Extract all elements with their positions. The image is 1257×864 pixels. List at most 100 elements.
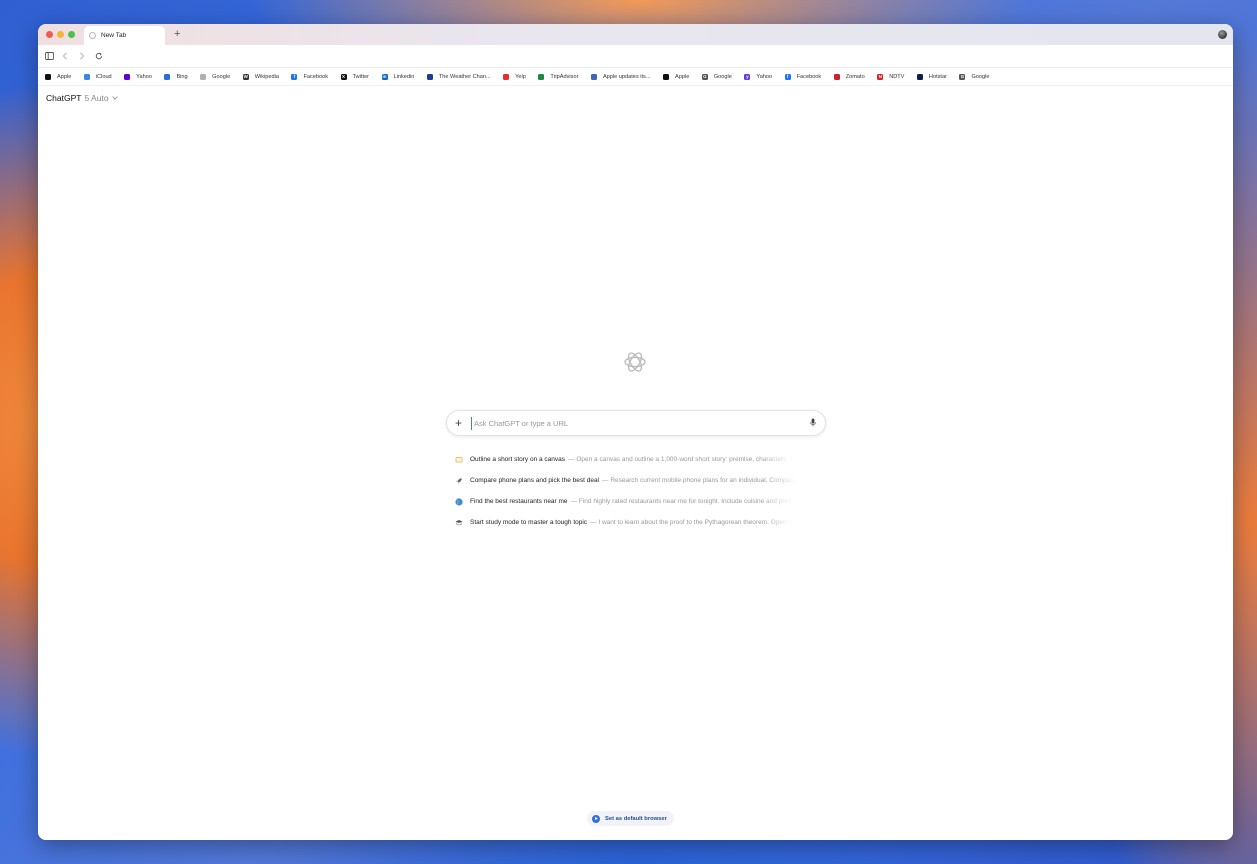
zoom-window-button[interactable] bbox=[68, 31, 75, 38]
bookmark-item[interactable]: G Google bbox=[959, 73, 990, 80]
bookmark-item[interactable]: Apple bbox=[663, 73, 690, 80]
chevron-left-icon bbox=[62, 52, 67, 60]
suggestion-description: — Find highly rated restaurants near me … bbox=[570, 498, 793, 505]
bookmark-item[interactable]: Bing bbox=[164, 73, 188, 80]
bookmark-label: Hotstar bbox=[928, 73, 947, 80]
bookmark-item[interactable]: TripAdvisor bbox=[538, 73, 579, 80]
bookmark-label: Facebook bbox=[303, 73, 329, 80]
bookmarks-bar: Apple iCloud Yahoo Bing Google W Wikipedia f Fac… bbox=[38, 68, 1233, 86]
minimize-window-button[interactable] bbox=[57, 31, 64, 38]
zomato-icon bbox=[833, 73, 840, 80]
close-window-button[interactable] bbox=[46, 31, 53, 38]
suggestion-description: — I want to learn about the proof to the… bbox=[590, 519, 793, 526]
apple-icon bbox=[45, 73, 51, 80]
sidebar-icon bbox=[44, 52, 54, 60]
suggestion-title: Find the best restaurants near me bbox=[470, 498, 568, 505]
bookmark-item[interactable]: y Yahoo bbox=[744, 73, 773, 80]
reload-button[interactable] bbox=[92, 49, 106, 63]
profile-avatar[interactable] bbox=[1218, 30, 1227, 39]
yelp-icon bbox=[503, 73, 510, 80]
model-version: 5 Auto bbox=[84, 93, 109, 103]
bookmark-item[interactable]: Zomato bbox=[833, 73, 865, 80]
bookmark-label: NDTV bbox=[889, 73, 905, 80]
x-icon: X bbox=[340, 73, 347, 80]
model-name: ChatGPT bbox=[46, 93, 82, 103]
study-icon bbox=[454, 518, 463, 527]
globe-icon bbox=[590, 73, 597, 80]
google-icon: G bbox=[701, 73, 708, 80]
bookmark-item[interactable]: Apple bbox=[45, 73, 72, 80]
back-button[interactable] bbox=[58, 49, 72, 63]
tripadvisor-icon bbox=[538, 73, 545, 80]
apple-icon bbox=[663, 73, 670, 80]
bookmark-label: TripAdvisor bbox=[550, 73, 579, 80]
bookmark-label: Wikipedia bbox=[254, 73, 279, 80]
yahoo-icon: y bbox=[744, 73, 751, 80]
sidebar-toggle-button[interactable] bbox=[42, 49, 56, 63]
forward-button[interactable] bbox=[75, 49, 89, 63]
globe-icon bbox=[454, 497, 463, 506]
suggestion-item[interactable]: Compare phone plans and pick the best de… bbox=[454, 470, 816, 491]
bookmark-item[interactable]: f Facebook bbox=[784, 73, 822, 80]
set-default-browser-label: Set as default browser bbox=[605, 815, 667, 822]
compass-icon bbox=[200, 73, 207, 80]
suggestion-title: Outline a short story on a canvas bbox=[470, 456, 566, 463]
bookmark-item[interactable]: Yahoo bbox=[124, 73, 152, 80]
new-tab-page: ChatGPT 5 Auto + Outline a short story o… bbox=[38, 86, 1233, 840]
chevron-right-icon bbox=[80, 52, 85, 60]
google-icon: G bbox=[959, 73, 966, 80]
browser-icon bbox=[592, 814, 600, 823]
bookmark-label: Linkedin bbox=[393, 73, 415, 80]
rocket-icon bbox=[454, 476, 463, 485]
bookmark-label: Yahoo bbox=[756, 73, 773, 80]
suggestion-item[interactable]: Find the best restaurants near me — Find … bbox=[454, 491, 816, 512]
hotstar-icon bbox=[916, 73, 923, 80]
bookmark-item[interactable]: N NDTV bbox=[877, 73, 905, 80]
bookmark-label: Apple bbox=[57, 73, 72, 80]
bookmark-label: Twitter bbox=[352, 73, 369, 80]
set-default-browser-button[interactable]: Set as default browser bbox=[587, 811, 674, 826]
suggestion-item[interactable]: Outline a short story on a canvas — Open … bbox=[454, 449, 816, 470]
browser-window: New Tab + Apple iCloud Yahoo Bing Google… bbox=[38, 24, 1233, 840]
omnibox: + bbox=[446, 410, 826, 436]
canvas-icon bbox=[454, 455, 463, 464]
bookmark-label: Apple updates its... bbox=[602, 73, 651, 80]
bookmark-label: Zomato bbox=[845, 73, 865, 80]
ndtv-icon: N bbox=[877, 73, 884, 80]
bookmark-label: Bing bbox=[176, 73, 188, 80]
weather-icon bbox=[426, 73, 433, 80]
bookmark-item[interactable]: Hotstar bbox=[916, 73, 947, 80]
bookmark-item[interactable]: f Facebook bbox=[291, 73, 329, 80]
bookmark-label: Google bbox=[971, 73, 990, 80]
bookmark-item[interactable]: in Linkedin bbox=[381, 73, 415, 80]
window-controls bbox=[46, 31, 75, 38]
bookmark-item[interactable]: Apple updates its... bbox=[590, 73, 651, 80]
bookmark-label: Facebook bbox=[796, 73, 822, 80]
bookmark-label: Apple bbox=[675, 73, 690, 80]
yahoo-icon bbox=[124, 73, 131, 80]
tab-new-tab[interactable]: New Tab bbox=[84, 26, 165, 45]
reload-icon bbox=[95, 52, 103, 60]
new-tab-button[interactable]: + bbox=[174, 27, 180, 41]
tab-favicon-icon bbox=[89, 32, 96, 39]
toolbar bbox=[38, 45, 1233, 68]
facebook-icon: f bbox=[784, 73, 791, 80]
search-icon bbox=[164, 73, 171, 80]
suggestion-item[interactable]: Start study mode to master a tough topic… bbox=[454, 512, 816, 533]
microphone-icon[interactable] bbox=[810, 418, 816, 427]
facebook-icon: f bbox=[291, 73, 298, 80]
bookmark-label: Google bbox=[713, 73, 732, 80]
bookmark-item[interactable]: The Weather Chan... bbox=[426, 73, 491, 80]
bookmark-item[interactable]: G Google bbox=[701, 73, 732, 80]
tab-strip: New Tab + bbox=[38, 24, 1233, 45]
bookmark-item[interactable]: iCloud bbox=[83, 73, 112, 80]
suggestion-description: — Open a canvas and outline a 1,000-word… bbox=[568, 456, 794, 463]
model-selector[interactable]: ChatGPT 5 Auto bbox=[46, 93, 118, 103]
bookmark-item[interactable]: X Twitter bbox=[340, 73, 369, 80]
search-input[interactable] bbox=[471, 417, 794, 430]
suggestion-list: Outline a short story on a canvas — Open … bbox=[454, 449, 816, 533]
add-attachment-button[interactable]: + bbox=[455, 416, 462, 430]
bookmark-item[interactable]: Yelp bbox=[503, 73, 526, 80]
bookmark-item[interactable]: W Wikipedia bbox=[242, 73, 279, 80]
bookmark-item[interactable]: Google bbox=[200, 73, 230, 80]
